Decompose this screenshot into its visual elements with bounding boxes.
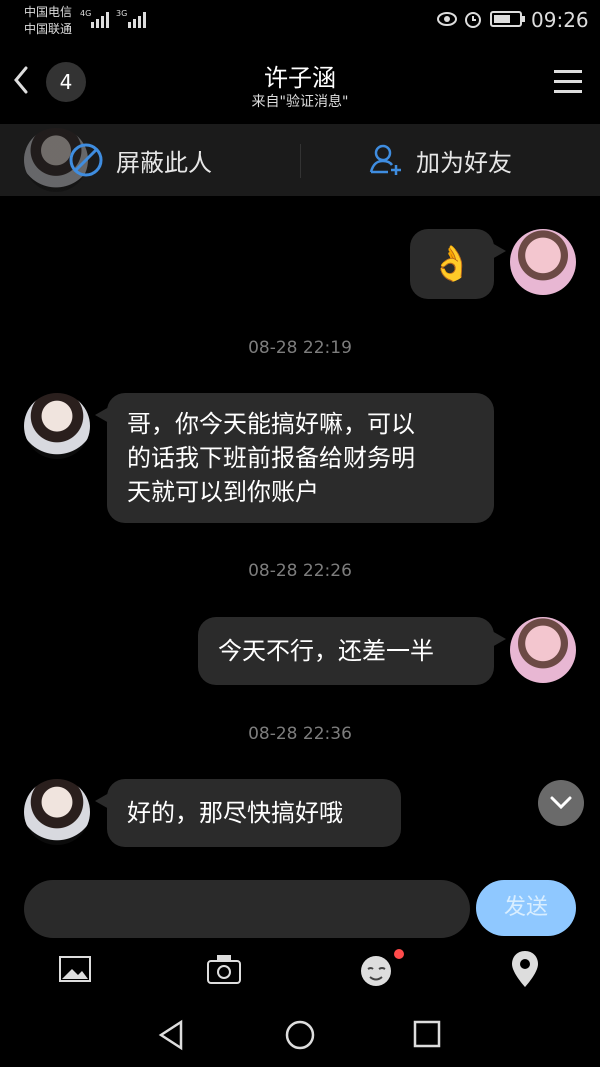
my-avatar[interactable] bbox=[510, 617, 576, 683]
contact-avatar[interactable] bbox=[24, 779, 90, 845]
nav-back-icon[interactable] bbox=[157, 1019, 187, 1051]
chevron-down-icon bbox=[550, 796, 572, 810]
message-bubble-outgoing[interactable]: 👌 bbox=[410, 229, 506, 299]
signal-strength-icon-2 bbox=[128, 12, 146, 28]
message-line: 的话我下班前报备给财务明 bbox=[127, 444, 415, 472]
emoji-icon[interactable] bbox=[358, 949, 404, 989]
message-bubble-incoming[interactable]: 哥，你今天能搞好嘛，可以 的话我下班前报备给财务明 天就可以到你账户 bbox=[95, 393, 494, 523]
system-nav-bar bbox=[0, 1005, 600, 1067]
message-input-area: 发送 bbox=[0, 868, 600, 950]
message-timestamp: 08-28 22:36 bbox=[248, 724, 352, 744]
block-label: 屏蔽此人 bbox=[116, 148, 212, 177]
add-friend-button[interactable]: 加为好友 bbox=[366, 140, 512, 180]
camera-icon[interactable] bbox=[206, 953, 242, 985]
status-bar: 中国电信 中国联通 4G 3G 09:26 bbox=[0, 0, 600, 40]
contact-avatar[interactable] bbox=[24, 393, 90, 459]
hamburger-menu-icon[interactable] bbox=[552, 68, 584, 98]
carrier-1: 中国电信 bbox=[24, 5, 73, 19]
block-button[interactable]: 屏蔽此人 bbox=[66, 140, 212, 180]
alarm-icon bbox=[465, 12, 481, 28]
signal-strength-icon-1 bbox=[91, 12, 109, 28]
status-time: 09:26 bbox=[531, 8, 589, 32]
image-icon[interactable] bbox=[58, 955, 92, 985]
chat-header: 4 许子涵 来自"验证消息" bbox=[0, 40, 600, 124]
scroll-to-bottom-button[interactable] bbox=[538, 780, 584, 826]
add-user-icon bbox=[369, 144, 401, 175]
carrier-2: 中国联通 bbox=[24, 22, 73, 36]
stranger-action-bar: 屏蔽此人 加为好友 bbox=[0, 124, 600, 196]
location-pin-icon[interactable] bbox=[510, 949, 540, 989]
action-divider bbox=[300, 144, 301, 178]
message-line: 哥，你今天能搞好嘛，可以 bbox=[127, 410, 415, 438]
eye-icon bbox=[437, 12, 457, 26]
message-bubble-outgoing[interactable]: 今天不行，还差一半 bbox=[198, 617, 506, 685]
message-input[interactable] bbox=[24, 880, 470, 938]
nav-home-icon[interactable] bbox=[284, 1019, 316, 1051]
page-subtitle: 来自"验证消息" bbox=[251, 94, 349, 110]
battery-icon bbox=[490, 11, 525, 27]
message-bubble-incoming[interactable]: 好的，那尽快搞好哦 bbox=[95, 779, 401, 847]
chat-toolbar bbox=[0, 945, 600, 1005]
add-friend-label: 加为好友 bbox=[416, 148, 512, 177]
my-avatar[interactable] bbox=[510, 229, 576, 295]
nav-recent-icon[interactable] bbox=[413, 1020, 441, 1048]
send-button[interactable]: 发送 bbox=[476, 880, 576, 936]
block-circle-icon bbox=[69, 143, 103, 177]
page-title: 许子涵 bbox=[264, 64, 336, 92]
message-line: 天就可以到你账户 bbox=[127, 478, 319, 506]
message-timestamp: 08-28 22:26 bbox=[248, 561, 352, 581]
message-timestamp: 08-28 22:19 bbox=[248, 338, 352, 358]
